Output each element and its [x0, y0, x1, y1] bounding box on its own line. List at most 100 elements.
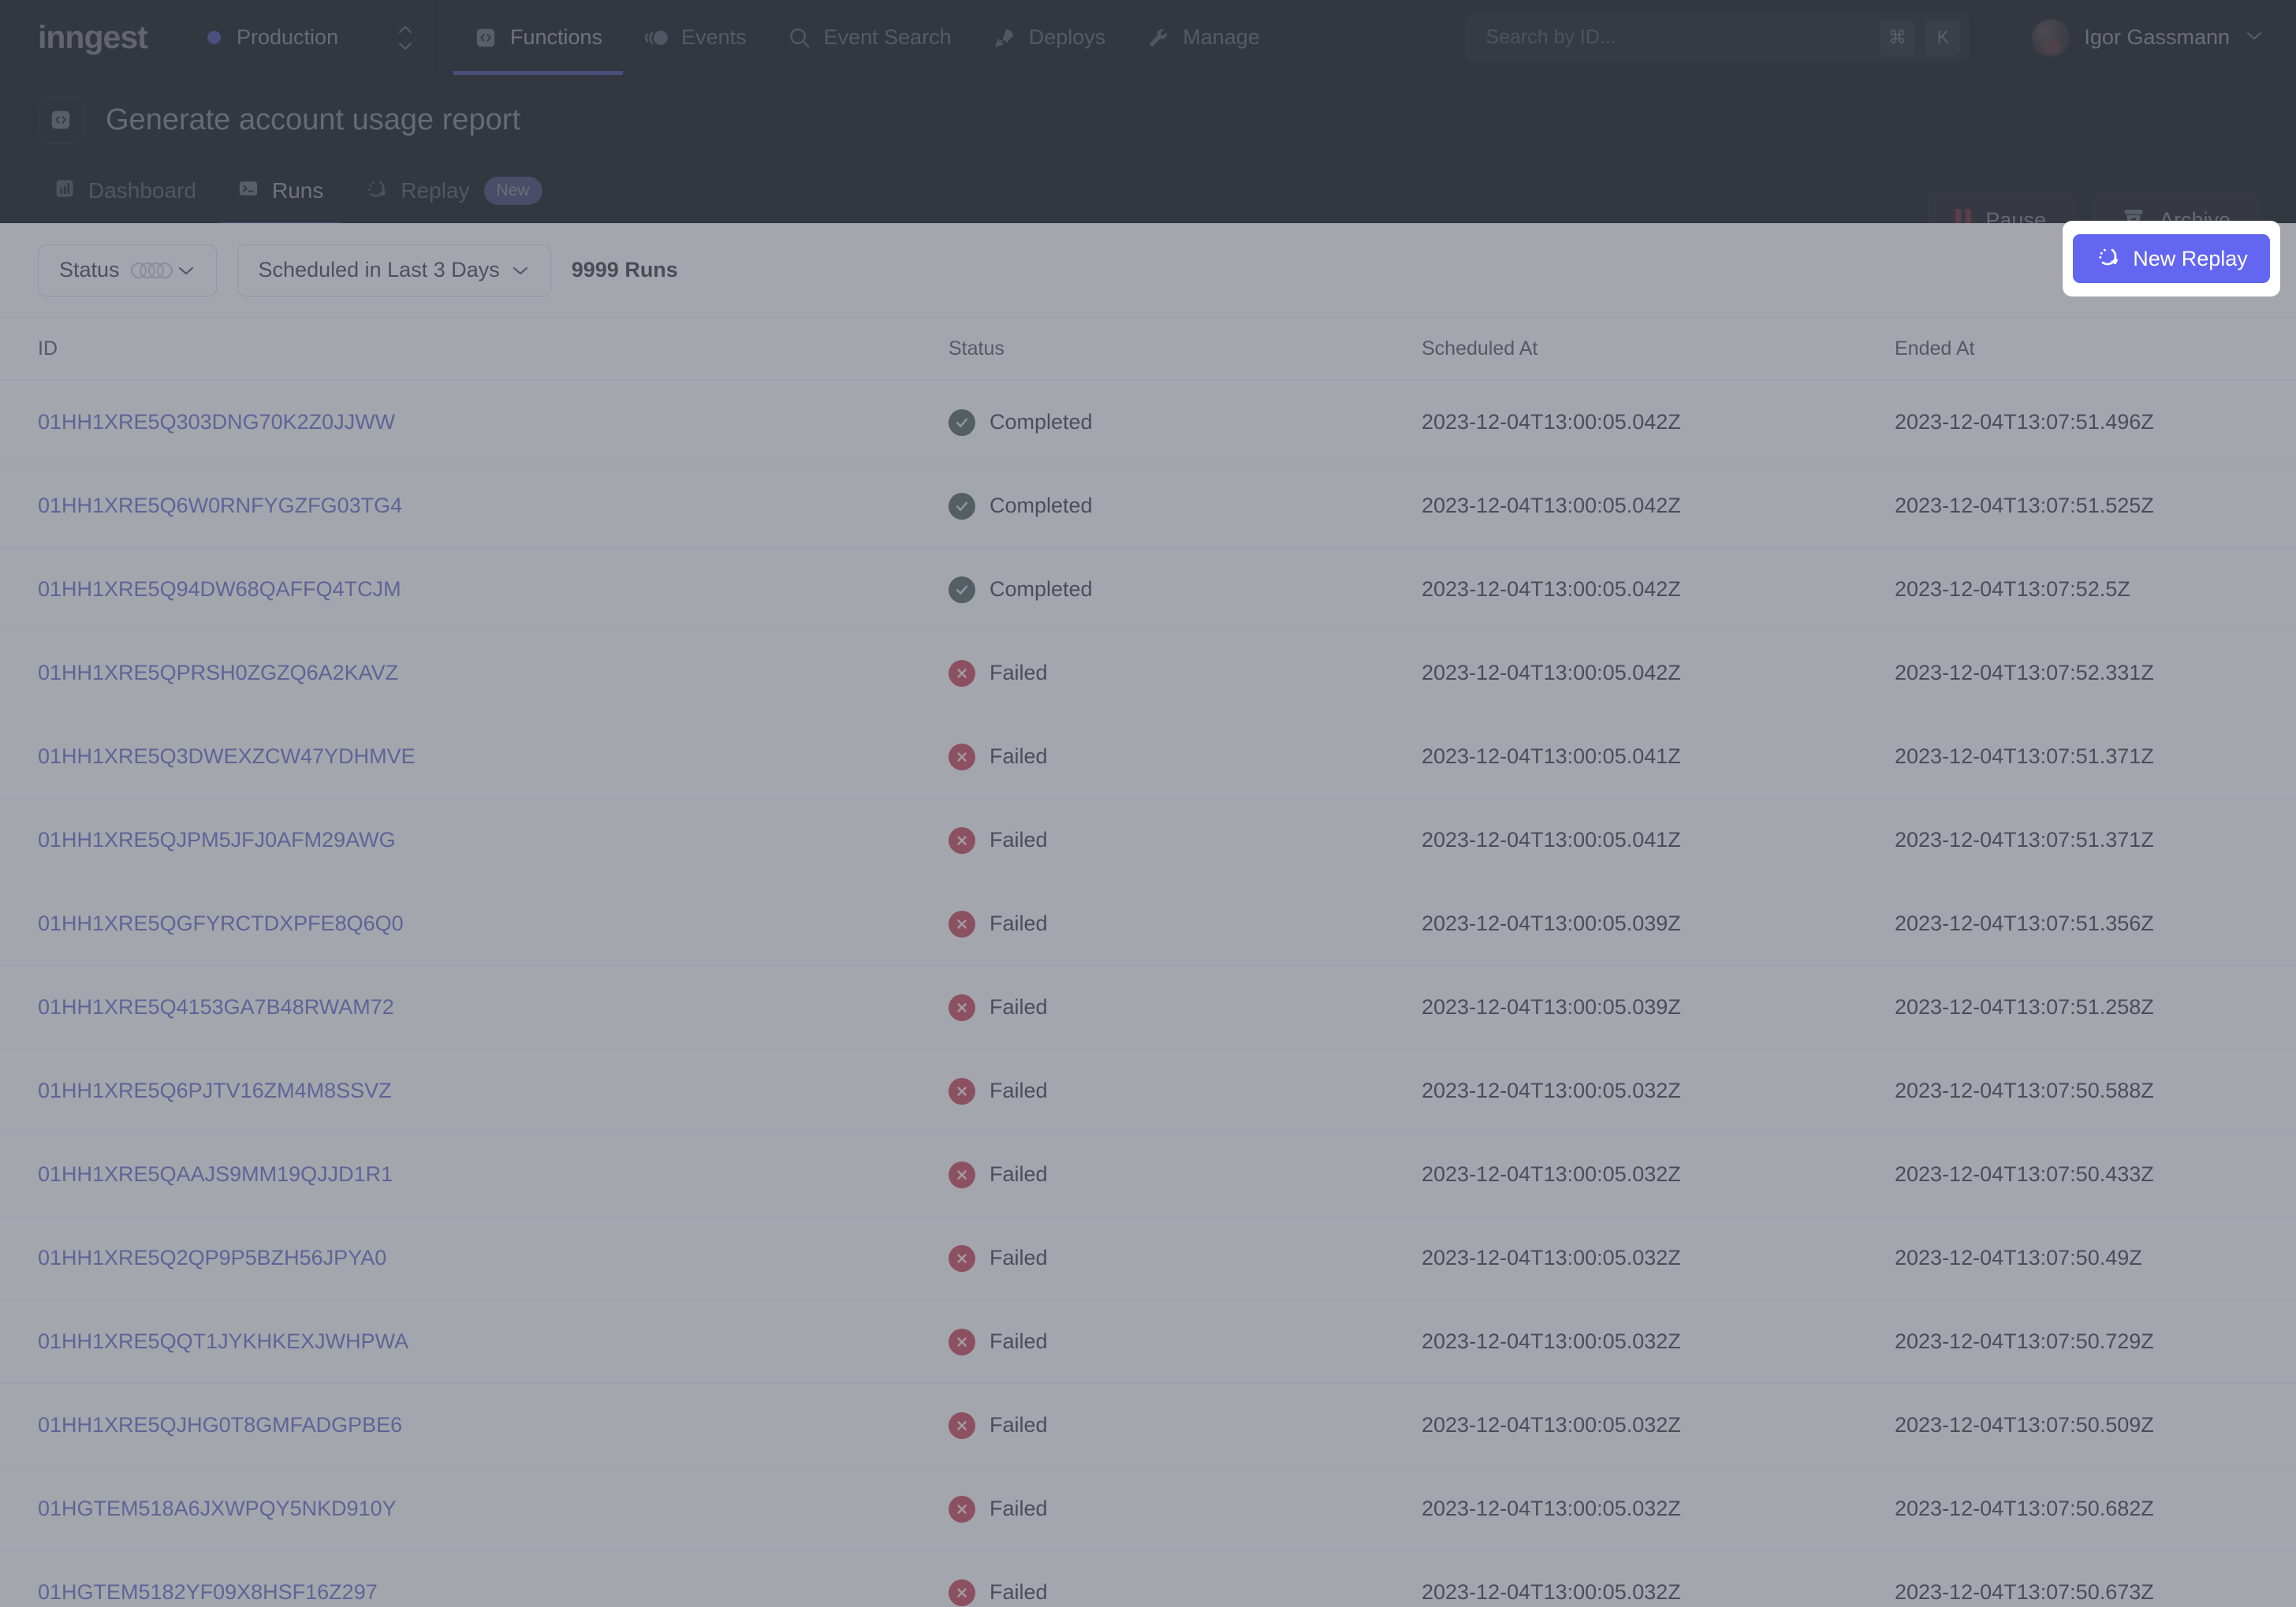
run-scheduled-at: 2023-12-04T13:00:05.032Z [1422, 1162, 1681, 1186]
run-status: Failed [949, 994, 1422, 1021]
run-status: Failed [949, 1328, 1422, 1355]
run-status: Failed [949, 743, 1422, 770]
table-header-row: ID Status Scheduled At Ended At [0, 318, 2296, 381]
run-id-link[interactable]: 01HH1XRE5Q6W0RNFYGZFG03TG4 [38, 494, 402, 517]
user-menu[interactable]: Igor Gassmann [2003, 0, 2296, 75]
filter-bar: Status Scheduled in Last 3 Days 9999 Run… [0, 221, 2296, 318]
run-status-label: Failed [990, 1497, 1048, 1520]
run-ended-at: 2023-12-04T13:07:52.5Z [1895, 577, 2130, 601]
nav-tab-events[interactable]: Events [623, 0, 767, 75]
nav-tab-event-search[interactable]: Event Search [767, 0, 972, 75]
tab-replay[interactable]: Replay New [344, 155, 562, 226]
environment-switcher[interactable]: Production [183, 0, 439, 75]
run-scheduled-at: 2023-12-04T13:00:05.039Z [1422, 995, 1681, 1019]
table-row[interactable]: 01HH1XRE5Q6PJTV16ZM4M8SSVZ Failed 2023-12-… [0, 1050, 2296, 1133]
table-row[interactable]: 01HH1XRE5QPRSH0ZGZQ6A2KAVZ Failed 2023-12-… [0, 632, 2296, 715]
table-row[interactable]: 01HH1XRE5QJHG0T8GMFADGPBE6 Failed 2023-12-… [0, 1384, 2296, 1467]
tab-runs[interactable]: Runs [217, 155, 344, 226]
run-id-link[interactable]: 01HH1XRE5Q3DWEXZCW47YDHMVE [38, 744, 416, 768]
run-scheduled-at: 2023-12-04T13:00:05.042Z [1422, 661, 1681, 684]
run-status-label: Failed [990, 1413, 1048, 1437]
column-header-ended-at[interactable]: Ended At [1895, 337, 2258, 360]
run-id-link[interactable]: 01HH1XRE5QGFYRCTDXPFE8Q6Q0 [38, 912, 404, 935]
replay-icon [364, 177, 388, 206]
run-id-link[interactable]: 01HH1XRE5QJHG0T8GMFADGPBE6 [38, 1413, 402, 1437]
run-status: Failed [949, 910, 1422, 938]
environment-status-dot [207, 31, 221, 44]
nav-tab-deploys[interactable]: Deploys [972, 0, 1127, 75]
run-id-link[interactable]: 01HGTEM5182YF09X8HSF16Z297 [38, 1580, 378, 1604]
check-circle-icon [949, 408, 975, 436]
status-filter[interactable]: Status [38, 244, 217, 296]
run-status: Completed [949, 576, 1422, 603]
code-brackets-icon [474, 26, 498, 50]
run-scheduled-at: 2023-12-04T13:00:05.032Z [1422, 1246, 1681, 1270]
run-id-link[interactable]: 01HH1XRE5Q6PJTV16ZM4M8SSVZ [38, 1079, 392, 1102]
chevron-down-icon [177, 258, 196, 282]
run-id-link[interactable]: 01HH1XRE5QJPM5JFJ0AFM29AWG [38, 828, 396, 852]
top-navigation-bar: inngest Production Functions Events Even… [0, 0, 2296, 75]
table-row[interactable]: 01HH1XRE5QJPM5JFJ0AFM29AWG Failed 2023-12-… [0, 799, 2296, 882]
shortcut-modifier-key: ⌘ [1880, 19, 1915, 56]
run-status-label: Failed [990, 1162, 1048, 1186]
run-status-label: Completed [990, 494, 1093, 517]
global-search[interactable]: ⌘ K [1465, 13, 1970, 62]
run-scheduled-at: 2023-12-04T13:00:05.042Z [1422, 494, 1681, 517]
run-scheduled-at: 2023-12-04T13:00:05.032Z [1422, 1079, 1681, 1102]
run-status-label: Failed [990, 1329, 1048, 1353]
nav-tab-manage[interactable]: Manage [1126, 0, 1280, 75]
table-row[interactable]: 01HH1XRE5Q303DNG70K2Z0JJWW Completed 2023-… [0, 381, 2296, 464]
table-row[interactable]: 01HH1XRE5Q6W0RNFYGZFG03TG4 Completed 2023-… [0, 464, 2296, 548]
chevron-up-down-icon [396, 25, 415, 50]
run-status-label: Failed [990, 661, 1048, 684]
run-id-link[interactable]: 01HH1XRE5QPRSH0ZGZQ6A2KAVZ [38, 661, 398, 684]
table-row[interactable]: 01HH1XRE5QQT1JYKHKEXJWHPWA Failed 2023-12-… [0, 1300, 2296, 1384]
error-circle-icon [949, 1495, 975, 1523]
time-range-filter[interactable]: Scheduled in Last 3 Days [237, 244, 551, 296]
run-id-link[interactable]: 01HGTEM518A6JXWPQY5NKD910Y [38, 1497, 397, 1520]
run-ended-at: 2023-12-04T13:07:51.371Z [1895, 744, 2154, 768]
status-filter-label: Status [59, 258, 120, 282]
run-id-link[interactable]: 01HH1XRE5Q303DNG70K2Z0JJWW [38, 410, 395, 434]
nav-tab-functions[interactable]: Functions [453, 0, 624, 75]
table-row[interactable]: 01HH1XRE5QAAJS9MM19QJJD1R1 Failed 2023-12-… [0, 1133, 2296, 1217]
function-title-row: Generate account usage report [0, 75, 2296, 143]
run-id-link[interactable]: 01HH1XRE5QQT1JYKHKEXJWHPWA [38, 1329, 408, 1353]
run-id-link[interactable]: 01HH1XRE5Q94DW68QAFFQ4TCJM [38, 577, 401, 601]
run-ended-at: 2023-12-04T13:07:51.356Z [1895, 912, 2154, 935]
terminal-icon [237, 177, 259, 205]
run-id-link[interactable]: 01HH1XRE5Q2QP9P5BZH56JPYA0 [38, 1246, 386, 1270]
status-badge: New [483, 177, 542, 205]
run-status: Failed [949, 659, 1422, 687]
tab-dashboard[interactable]: Dashboard [33, 155, 217, 226]
run-id-link[interactable]: 01HH1XRE5Q4153GA7B48RWAM72 [38, 995, 394, 1019]
inngest-logo[interactable]: inngest [0, 19, 183, 56]
table-row[interactable]: 01HH1XRE5QGFYRCTDXPFE8Q6Q0 Failed 2023-12-… [0, 882, 2296, 966]
nav-tab-label: Deploys [1028, 25, 1106, 49]
table-row[interactable]: 01HH1XRE5Q3DWEXZCW47YDHMVE Failed 2023-12-… [0, 715, 2296, 799]
chevron-down-icon [511, 258, 530, 282]
run-status-label: Failed [990, 995, 1048, 1019]
page-title: Generate account usage report [106, 103, 521, 136]
run-id-link[interactable]: 01HH1XRE5QAAJS9MM19QJJD1R1 [38, 1162, 393, 1186]
column-header-id[interactable]: ID [38, 337, 949, 360]
check-circle-icon [949, 492, 975, 520]
run-ended-at: 2023-12-04T13:07:52.331Z [1895, 661, 2154, 684]
table-row[interactable]: 01HH1XRE5Q2QP9P5BZH56JPYA0 Failed 2023-12-… [0, 1217, 2296, 1300]
events-icon [643, 28, 669, 48]
run-scheduled-at: 2023-12-04T13:00:05.039Z [1422, 912, 1681, 935]
run-status-label: Failed [990, 1580, 1048, 1604]
table-row[interactable]: 01HGTEM518A6JXWPQY5NKD910Y Failed 2023-12-… [0, 1467, 2296, 1551]
user-name: Igor Gassmann [2084, 25, 2230, 49]
table-row[interactable]: 01HH1XRE5Q94DW68QAFFQ4TCJM Completed 2023-… [0, 548, 2296, 632]
table-row[interactable]: 01HH1XRE5Q4153GA7B48RWAM72 Failed 2023-12-… [0, 966, 2296, 1050]
column-header-status[interactable]: Status [949, 337, 1422, 360]
search-input[interactable] [1485, 26, 1869, 49]
table-row[interactable]: 01HGTEM5182YF09X8HSF16Z297 Failed 2023-12-… [0, 1551, 2296, 1607]
run-status-label: Failed [990, 912, 1048, 935]
new-replay-button[interactable]: New Replay [2073, 234, 2270, 283]
column-header-scheduled-at[interactable]: Scheduled At [1422, 337, 1895, 360]
error-circle-icon [949, 1579, 975, 1606]
run-ended-at: 2023-12-04T13:07:50.509Z [1895, 1413, 2154, 1437]
error-circle-icon [949, 1244, 975, 1272]
